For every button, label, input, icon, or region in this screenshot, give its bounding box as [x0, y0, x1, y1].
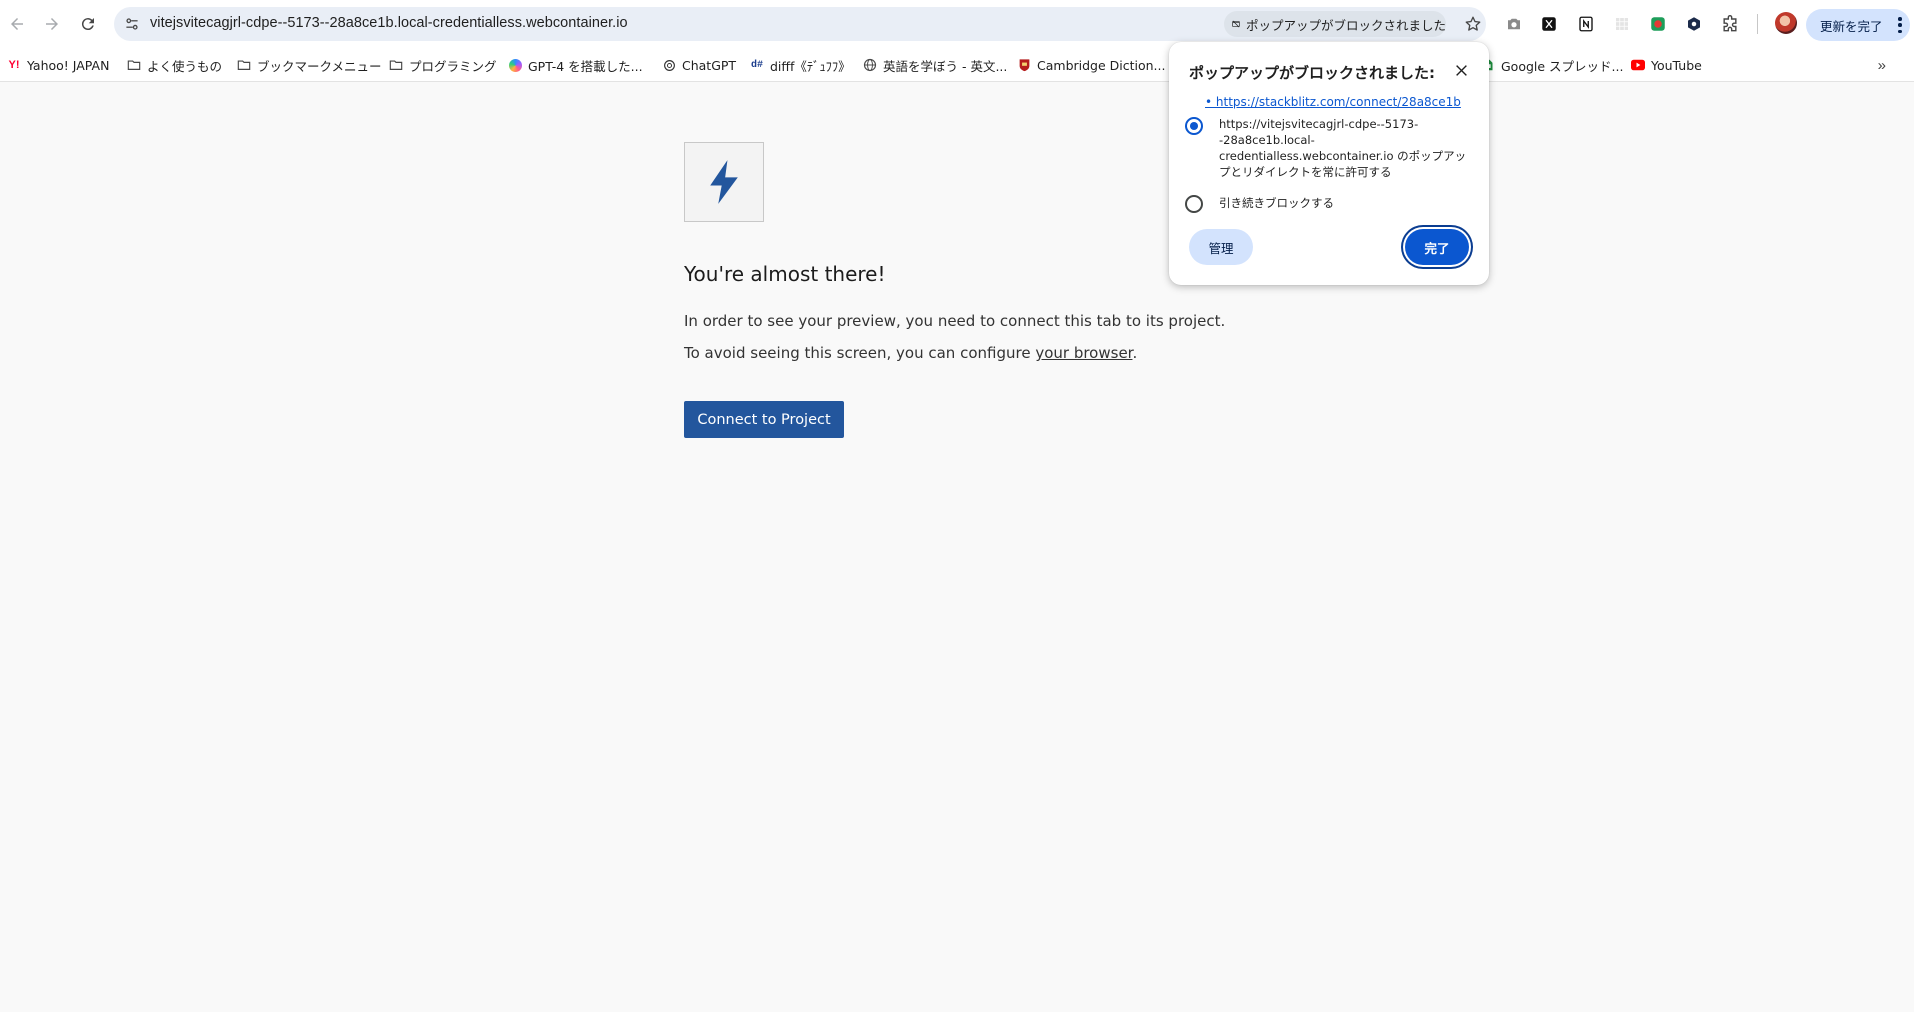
- hex-extension-button[interactable]: [1682, 12, 1706, 36]
- bookmark-label: 英語を学ぼう - 英文...: [883, 58, 1008, 74]
- reload-button[interactable]: [73, 9, 103, 39]
- bookmark-label: GPT-4 を搭載した...: [528, 58, 643, 74]
- close-icon: [1455, 64, 1467, 76]
- bookmark-label: difff《ﾃﾞｭﾌﾌ》: [770, 58, 851, 74]
- bookmarks-overflow-chevron-icon[interactable]: »: [1878, 57, 1886, 74]
- configure-text-suffix: .: [1132, 344, 1138, 362]
- bookmark-label: Yahoo! JAPAN: [27, 57, 110, 73]
- popup-blocked-chip[interactable]: ポップアップがブロックされました: [1224, 11, 1446, 37]
- url-text[interactable]: vitejsvitecagjrl-cdpe--5173--28a8ce1b.lo…: [150, 15, 628, 31]
- kebab-menu-icon[interactable]: [1898, 17, 1902, 33]
- record-extension-button[interactable]: [1646, 12, 1670, 36]
- toolbar-divider: [1757, 14, 1758, 34]
- allow-option-label[interactable]: https://vitejsvitecagjrl-cdpe--5173--28a…: [1219, 116, 1475, 180]
- bookmark-folder-frequent[interactable]: よく使うもの: [127, 56, 222, 74]
- bookmarks-bar: Y! Yahoo! JAPAN よく使うもの ブックマークメニュー プログラミン…: [0, 48, 1914, 82]
- arrow-left-icon: [11, 18, 23, 30]
- x-extension-button[interactable]: [1537, 12, 1561, 36]
- bookmark-cambridge[interactable]: Cambridge Diction...: [1017, 56, 1165, 74]
- bookmark-english[interactable]: 英語を学ぼう - 英文...: [863, 56, 1007, 74]
- camera-icon: [1508, 18, 1520, 30]
- block-radio[interactable]: [1185, 195, 1203, 213]
- bookmark-chatgpt[interactable]: ChatGPT: [662, 56, 736, 74]
- configure-text: To avoid seeing this screen, you can con…: [684, 344, 1137, 362]
- notion-extension-button[interactable]: [1574, 12, 1598, 36]
- browser-toolbar: vitejsvitecagjrl-cdpe--5173--28a8ce1b.lo…: [0, 0, 1914, 48]
- popup-blocked-dialog: ポップアップがブロックされました: • https://stackblitz.c…: [1169, 42, 1489, 285]
- bookmark-folder-programming[interactable]: プログラミング: [389, 56, 497, 74]
- bookmark-star-button[interactable]: [1462, 13, 1484, 35]
- manage-button[interactable]: 管理: [1189, 229, 1253, 265]
- bookmark-label: ChatGPT: [682, 57, 737, 73]
- popup-blocked-chip-label: ポップアップがブロックされました: [1245, 17, 1446, 33]
- record-icon: [1651, 17, 1665, 31]
- reload-icon: [81, 18, 94, 31]
- block-option-label[interactable]: 引き続きブロックする: [1219, 195, 1334, 211]
- instruction-text: In order to see your preview, you need t…: [684, 312, 1226, 330]
- bookmark-label: Google スプレッド...: [1501, 58, 1624, 74]
- forward-button[interactable]: [37, 9, 67, 39]
- bookmark-copilot[interactable]: GPT-4 を搭載した...: [508, 56, 643, 74]
- back-button[interactable]: [2, 9, 32, 39]
- stackblitz-connect-panel: You're almost there! In order to see you…: [0, 82, 1914, 590]
- bookmark-yahoo[interactable]: Y! Yahoo! JAPAN: [7, 56, 110, 74]
- bookmark-google-sheets[interactable]: Google スプレッド...: [1481, 56, 1623, 74]
- page-title: You're almost there!: [684, 262, 886, 286]
- star-icon: [1465, 16, 1481, 31]
- extensions-button[interactable]: [1718, 12, 1742, 36]
- grid-icon: [1616, 18, 1628, 30]
- difff-icon: d#: [750, 59, 763, 71]
- configure-text-prefix: To avoid seeing this screen, you can con…: [684, 344, 1036, 362]
- notion-icon: [1579, 16, 1593, 32]
- update-button[interactable]: 更新を完了: [1806, 9, 1910, 41]
- connect-to-project-button[interactable]: Connect to Project: [684, 401, 844, 438]
- done-button[interactable]: 完了: [1405, 229, 1469, 265]
- close-button[interactable]: [1451, 60, 1471, 80]
- folder-icon: [389, 58, 403, 72]
- bookmark-folder-menu[interactable]: ブックマークメニュー: [237, 56, 382, 74]
- bookmark-label: よく使うもの: [147, 58, 223, 74]
- chatgpt-icon: [662, 58, 676, 72]
- globe-icon: [863, 58, 877, 72]
- arrow-right-icon: [46, 18, 58, 30]
- bookmark-youtube[interactable]: YouTube: [1631, 56, 1702, 74]
- your-browser-link[interactable]: your browser: [1035, 344, 1132, 362]
- popup-blocked-icon: [1232, 20, 1240, 28]
- folder-icon: [237, 58, 251, 72]
- stackblitz-logo: [684, 142, 764, 222]
- x-logo-icon: [1542, 17, 1556, 31]
- lightning-bolt-icon: [710, 160, 738, 204]
- hexagon-icon: [1688, 17, 1700, 31]
- yahoo-icon: Y!: [8, 59, 20, 71]
- page-content: You're almost there! In order to see you…: [0, 82, 1914, 1012]
- profile-avatar[interactable]: [1775, 12, 1797, 34]
- grid-extension-button[interactable]: [1610, 12, 1634, 36]
- puzzle-icon: [1723, 15, 1737, 32]
- copilot-icon: [508, 58, 522, 72]
- bookmark-label: YouTube: [1651, 57, 1702, 73]
- bookmark-label: プログラミング: [409, 58, 497, 74]
- youtube-icon: [1631, 58, 1645, 72]
- update-button-label: 更新を完了: [1820, 18, 1883, 34]
- address-bar[interactable]: vitejsvitecagjrl-cdpe--5173--28a8ce1b.lo…: [114, 7, 1486, 41]
- bookmark-difff[interactable]: d# difff《ﾃﾞｭﾌﾌ》: [750, 56, 851, 74]
- cambridge-icon: [1017, 58, 1031, 72]
- bookmark-label: Cambridge Diction...: [1037, 57, 1166, 73]
- bookmark-label: ブックマークメニュー: [257, 58, 382, 74]
- screenshot-extension-button[interactable]: [1502, 12, 1526, 36]
- folder-icon: [127, 58, 141, 72]
- allow-radio[interactable]: [1185, 117, 1203, 135]
- site-info-icon[interactable]: [122, 14, 142, 34]
- dialog-title: ポップアップがブロックされました:: [1189, 64, 1436, 82]
- blocked-popup-link[interactable]: • https://stackblitz.com/connect/28a8ce1…: [1205, 95, 1461, 109]
